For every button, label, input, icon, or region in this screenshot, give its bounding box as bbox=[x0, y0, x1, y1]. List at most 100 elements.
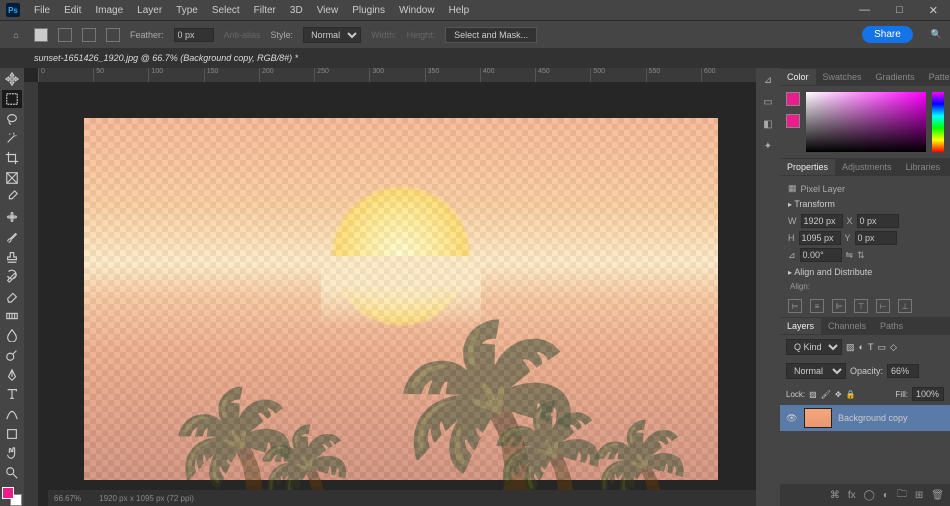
tab-paths[interactable]: Paths bbox=[873, 318, 910, 334]
tab-color[interactable]: Color bbox=[780, 69, 816, 85]
foreground-swatch[interactable] bbox=[2, 487, 14, 499]
opacity-input[interactable] bbox=[887, 364, 919, 378]
align-bottom[interactable]: ⊥ bbox=[898, 299, 912, 313]
bg-color[interactable] bbox=[786, 114, 800, 128]
lock-pos-icon[interactable]: ✥ bbox=[835, 390, 842, 399]
transform-header[interactable]: Transform bbox=[788, 199, 942, 209]
tab-adjustments[interactable]: Adjustments bbox=[835, 159, 899, 175]
menu-file[interactable]: File bbox=[28, 3, 56, 18]
eyedropper-tool[interactable] bbox=[2, 188, 22, 207]
style-select[interactable]: Normal bbox=[303, 27, 361, 43]
filter-smart-icon[interactable]: ◇ bbox=[890, 342, 897, 353]
marquee-tool[interactable] bbox=[2, 90, 22, 109]
selection-intersect-icon[interactable] bbox=[106, 28, 120, 42]
height-input[interactable] bbox=[799, 231, 841, 245]
color-picker-field[interactable] bbox=[806, 92, 926, 152]
lock-all-icon[interactable]: 🔒 bbox=[846, 390, 856, 399]
window-close[interactable]: ✕ bbox=[923, 2, 944, 19]
menu-plugins[interactable]: Plugins bbox=[346, 3, 391, 18]
menu-3d[interactable]: 3D bbox=[284, 3, 309, 18]
hand-tool[interactable] bbox=[2, 444, 22, 463]
document-tab[interactable]: sunset-1651426_1920.jpg @ 66.7% (Backgro… bbox=[24, 50, 308, 66]
filter-shape-icon[interactable]: ▭ bbox=[877, 342, 886, 353]
gradient-tool[interactable] bbox=[2, 306, 22, 325]
type-tool[interactable] bbox=[2, 385, 22, 404]
menu-type[interactable]: Type bbox=[170, 3, 204, 18]
mask-icon[interactable]: ◯ bbox=[864, 490, 875, 501]
align-top[interactable]: ⊤ bbox=[854, 299, 868, 313]
select-mask-button[interactable]: Select and Mask... bbox=[445, 27, 537, 43]
tab-libraries[interactable]: Libraries bbox=[899, 159, 948, 175]
selection-subtract-icon[interactable] bbox=[82, 28, 96, 42]
x-input[interactable] bbox=[857, 214, 899, 228]
align-right[interactable]: ⊫ bbox=[832, 299, 846, 313]
group-icon[interactable]: 🗀 bbox=[897, 487, 907, 504]
menu-layer[interactable]: Layer bbox=[131, 3, 168, 18]
blur-tool[interactable] bbox=[2, 326, 22, 345]
menu-image[interactable]: Image bbox=[89, 3, 129, 18]
move-tool[interactable] bbox=[2, 70, 22, 89]
tab-layers[interactable]: Layers bbox=[780, 318, 821, 334]
new-layer-icon[interactable]: ⊞ bbox=[915, 490, 923, 501]
layer-thumbnail[interactable] bbox=[804, 408, 832, 428]
stamp-tool[interactable] bbox=[2, 247, 22, 266]
angle-input[interactable] bbox=[800, 248, 842, 262]
history-brush-tool[interactable] bbox=[2, 267, 22, 286]
color-swatches[interactable] bbox=[2, 487, 22, 506]
align-left[interactable]: ⊨ bbox=[788, 299, 802, 313]
menu-window[interactable]: Window bbox=[393, 3, 441, 18]
feather-input[interactable] bbox=[174, 28, 214, 42]
blend-mode[interactable]: Normal bbox=[786, 363, 846, 379]
tab-properties[interactable]: Properties bbox=[780, 159, 835, 175]
fx-icon[interactable]: fx bbox=[848, 490, 856, 501]
menu-view[interactable]: View bbox=[311, 3, 345, 18]
wand-tool[interactable] bbox=[2, 129, 22, 148]
align-header[interactable]: Align and Distribute bbox=[788, 267, 942, 277]
path-tool[interactable] bbox=[2, 405, 22, 424]
width-input[interactable] bbox=[801, 214, 843, 228]
aux-icon[interactable]: ◧ bbox=[760, 116, 776, 132]
menu-select[interactable]: Select bbox=[206, 3, 246, 18]
link-icon[interactable]: ⌘ bbox=[830, 490, 840, 501]
window-maximize[interactable]: □ bbox=[890, 2, 909, 19]
heal-tool[interactable] bbox=[2, 208, 22, 227]
window-minimize[interactable]: — bbox=[853, 2, 876, 19]
aux-icon[interactable]: ▭ bbox=[760, 94, 776, 110]
shape-tool[interactable] bbox=[2, 424, 22, 443]
menu-edit[interactable]: Edit bbox=[58, 3, 87, 18]
lasso-tool[interactable] bbox=[2, 109, 22, 128]
crop-tool[interactable] bbox=[2, 149, 22, 168]
y-input[interactable] bbox=[855, 231, 897, 245]
eraser-tool[interactable] bbox=[2, 287, 22, 306]
filter-type-icon[interactable]: T bbox=[868, 342, 874, 352]
brush-tool[interactable] bbox=[2, 228, 22, 247]
filter-adjust-icon[interactable]: ◐ bbox=[859, 342, 864, 352]
adjust-icon[interactable]: ◐ bbox=[883, 490, 889, 501]
tab-patterns[interactable]: Patterns bbox=[922, 69, 950, 85]
search-icon[interactable]: 🔍 bbox=[931, 29, 942, 40]
share-button[interactable]: Share bbox=[862, 26, 913, 43]
aux-icon[interactable]: ⊿ bbox=[760, 72, 776, 88]
lock-trans-icon[interactable]: ▨ bbox=[809, 390, 817, 399]
menu-filter[interactable]: Filter bbox=[248, 3, 282, 18]
fill-input[interactable] bbox=[912, 387, 944, 401]
menu-help[interactable]: Help bbox=[443, 3, 476, 18]
align-center-h[interactable]: ≡ bbox=[810, 299, 824, 313]
dodge-tool[interactable] bbox=[2, 346, 22, 365]
canvas-area[interactable]: 050100150200250300350400450500550600 🌴 🌴… bbox=[24, 68, 756, 506]
home-icon[interactable]: ⌂ bbox=[8, 27, 24, 43]
layer-item[interactable]: 👁 Background copy bbox=[780, 405, 950, 431]
fg-color[interactable] bbox=[786, 92, 800, 106]
flip-h-icon[interactable]: ⇋ bbox=[846, 250, 854, 261]
zoom-level[interactable]: 66.67% bbox=[54, 494, 81, 503]
canvas[interactable]: 🌴 🌴 🌴 🌴 🌴 bbox=[84, 118, 718, 480]
layer-filter[interactable]: Q Kind bbox=[786, 339, 842, 355]
visibility-icon[interactable]: 👁 bbox=[786, 413, 798, 424]
flip-v-icon[interactable]: ⇅ bbox=[857, 250, 865, 261]
filter-pixel-icon[interactable]: ▨ bbox=[846, 342, 855, 353]
selection-new-icon[interactable] bbox=[34, 28, 48, 42]
pen-tool[interactable] bbox=[2, 365, 22, 384]
aux-icon[interactable]: ✦ bbox=[760, 138, 776, 154]
selection-add-icon[interactable] bbox=[58, 28, 72, 42]
frame-tool[interactable] bbox=[2, 168, 22, 187]
